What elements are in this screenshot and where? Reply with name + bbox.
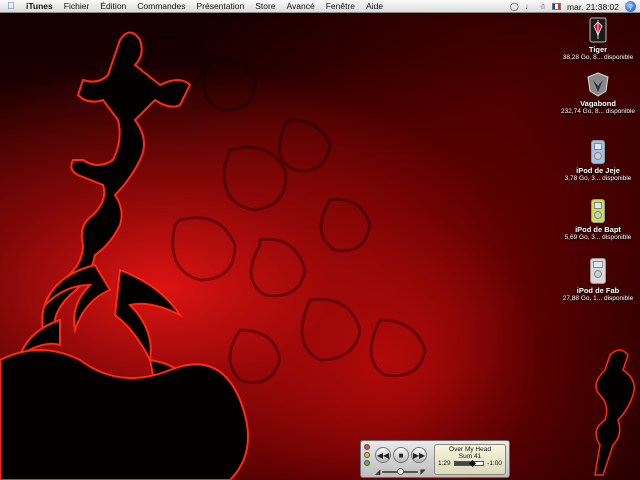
- minimize-button[interactable]: [364, 452, 370, 458]
- desktop-icon-ipod-fab[interactable]: iPod de Fab 27,88 Go, 1... disponible: [558, 258, 638, 302]
- hard-drive-icon: [585, 17, 611, 43]
- desktop-icon-info: 3,78 Go, 3... disponible: [564, 175, 632, 182]
- status-menu-icon[interactable]: ◯: [510, 2, 519, 11]
- close-button[interactable]: [364, 444, 370, 450]
- menu-fenetre[interactable]: Fenêtre: [326, 1, 355, 11]
- volume-high-icon: ◤: [420, 469, 426, 476]
- desktop-background: [0, 0, 640, 480]
- volume-control: ◢ ◤: [375, 468, 431, 476]
- hard-drive-icon: [585, 71, 611, 97]
- desktop-icon-info: 27,88 Go, 1... disponible: [562, 295, 634, 302]
- menu-aide[interactable]: Aide: [366, 1, 383, 11]
- wallpaper-gecko-art: [0, 31, 635, 480]
- desktop-icon-label: Tiger: [588, 45, 608, 54]
- stop-button[interactable]: ■: [393, 447, 409, 463]
- window-controls: [364, 444, 370, 466]
- now-playing-display: Over My Head Sum 41 1:29 -1:00: [434, 444, 506, 475]
- spotlight-icon[interactable]: ⚲: [625, 1, 636, 12]
- song-artist: Sum 41: [458, 453, 482, 460]
- volume-slider[interactable]: [382, 468, 419, 475]
- desktop-icon-ipod-jeje[interactable]: iPod de Jeje 3,78 Go, 3... disponible: [558, 140, 638, 182]
- desktop-icon-info: 232,74 Go, 8... disponible: [560, 108, 636, 115]
- menu-app-itunes[interactable]: iTunes: [26, 1, 53, 11]
- progress-bar[interactable]: [453, 459, 485, 468]
- desktop-icon-info: 5,69 Go, 3... disponible: [564, 234, 632, 241]
- menu-bar:  iTunes Fichier Édition Commandes Prése…: [0, 0, 640, 13]
- desktop-icon-label: Vagabond: [580, 99, 616, 108]
- volume-knob[interactable]: [397, 468, 405, 475]
- elapsed-time: 1:29: [438, 460, 451, 467]
- menu-presentation[interactable]: Présentation: [196, 1, 244, 11]
- rewind-icon: ◀◀: [376, 450, 390, 460]
- ipod-icon: [590, 258, 606, 284]
- menu-extras: ◯ ♩ ☃ mar. 21:38:02 ⚲: [510, 0, 636, 13]
- menu-avance[interactable]: Avancé: [287, 1, 315, 11]
- next-button[interactable]: ▶▶: [411, 447, 427, 463]
- desktop-icon-info: 38,28 Go, 8... disponible: [562, 54, 634, 61]
- remaining-time: -1:00: [487, 460, 502, 467]
- previous-button[interactable]: ◀◀: [375, 447, 391, 463]
- menu-fichier[interactable]: Fichier: [64, 1, 90, 11]
- desktop-icon-vagabond[interactable]: Vagabond 232,74 Go, 8... disponible: [558, 71, 638, 115]
- menu-commandes[interactable]: Commandes: [137, 1, 185, 11]
- desktop-icon-label: iPod de Bapt: [575, 225, 621, 234]
- fast-forward-icon: ▶▶: [412, 450, 426, 460]
- ipod-icon: [591, 140, 605, 164]
- zoom-button[interactable]: [364, 460, 370, 466]
- desktop-icon-ipod-bapt[interactable]: iPod de Bapt 5,69 Go, 3... disponible: [558, 199, 638, 241]
- menu-clock[interactable]: mar. 21:38:02: [567, 2, 619, 12]
- ipod-icon: [591, 199, 605, 223]
- stop-icon: ■: [398, 450, 404, 460]
- desktop-icon-label: iPod de Fab: [576, 286, 620, 295]
- desktop-icon-label: iPod de Jeje: [576, 166, 620, 175]
- french-flag-icon[interactable]: [552, 3, 562, 10]
- volume-low-icon: ◢: [375, 469, 381, 476]
- song-title: Over My Head: [449, 446, 491, 453]
- bluetooth-icon[interactable]: ☃: [539, 2, 546, 11]
- menu-edition[interactable]: Édition: [100, 1, 126, 11]
- playhead[interactable]: [468, 459, 476, 468]
- apple-icon[interactable]: : [4, 1, 18, 12]
- desktop-icon-tiger[interactable]: Tiger 38,28 Go, 8... disponible: [558, 17, 638, 61]
- itunes-mini-player: ◀◀ ■ ▶▶ ◢ ◤ Over My Head Sum 41 1:29 -1:…: [360, 440, 510, 478]
- volume-icon[interactable]: ♩: [525, 2, 533, 11]
- menu-store[interactable]: Store: [255, 1, 275, 11]
